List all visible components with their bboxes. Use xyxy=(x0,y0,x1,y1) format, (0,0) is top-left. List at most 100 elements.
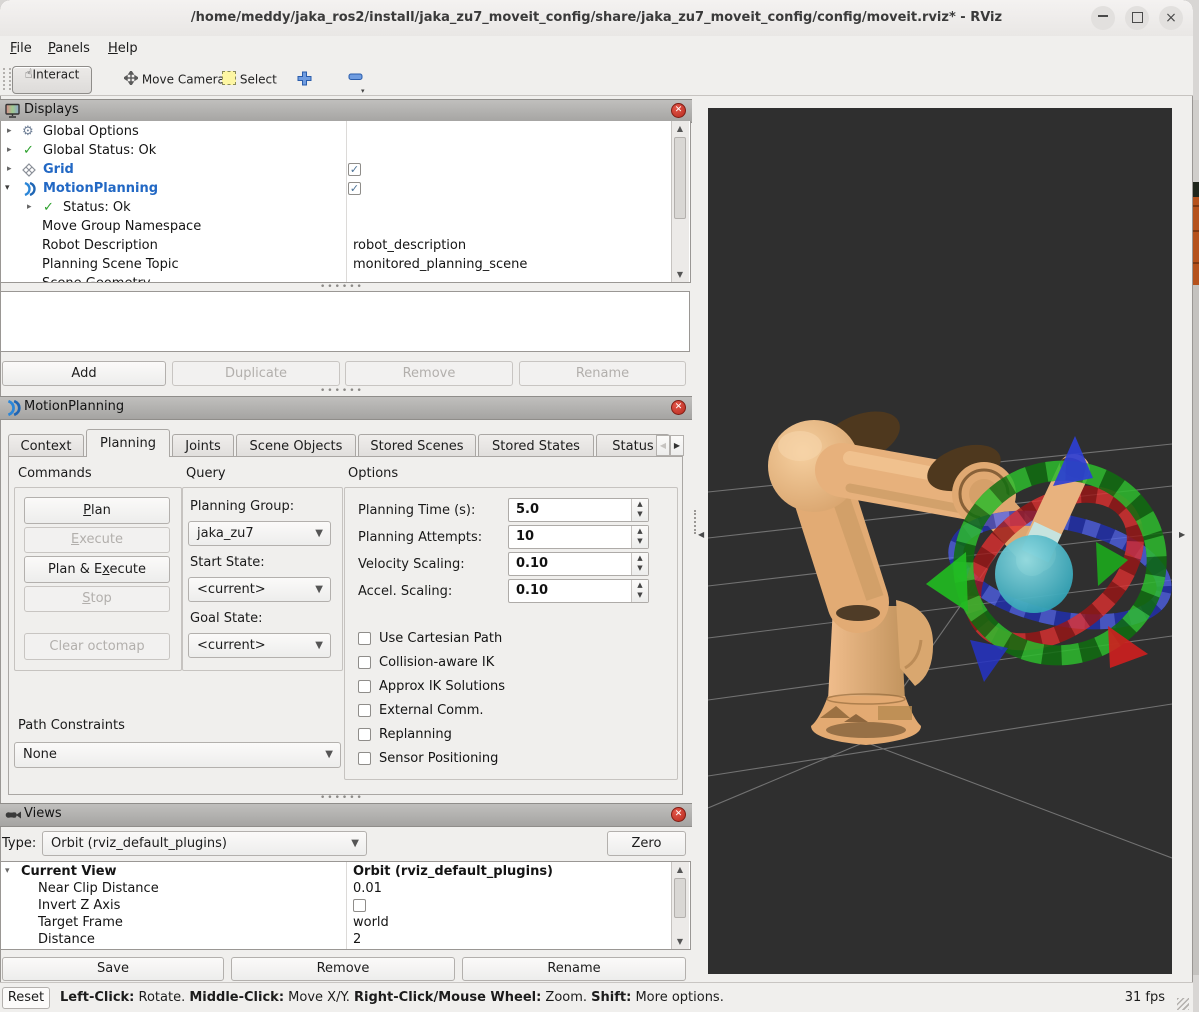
close-button[interactable]: × xyxy=(1159,6,1183,30)
motionplanning-close-button[interactable]: ✕ xyxy=(671,400,686,415)
displays-panel-header[interactable]: Displays ✕ xyxy=(0,99,692,123)
tab-scroll-right-button[interactable]: ▶ xyxy=(670,435,684,456)
invert-z-checkbox[interactable] xyxy=(353,899,366,912)
tab-planning[interactable]: Planning xyxy=(86,429,170,457)
zero-button[interactable]: Zero xyxy=(607,831,686,856)
tree-row-planning-scene-topic[interactable]: Planning Scene Topic monitored_planning_… xyxy=(1,255,672,274)
interact-tool-button[interactable]: ☝Interact xyxy=(12,66,92,94)
tree-row-near-clip[interactable]: Near Clip Distance 0.01 xyxy=(1,880,672,897)
view-type-select[interactable]: Orbit (rviz_default_plugins) ▼ xyxy=(42,831,367,856)
splitter-handle[interactable] xyxy=(694,510,696,534)
scrollbar-up-icon[interactable]: ▲ xyxy=(672,862,688,877)
scrollbar-down-icon[interactable]: ▼ xyxy=(672,934,688,949)
views-tree[interactable]: ▾ Current View Orbit (rviz_default_plugi… xyxy=(0,861,691,950)
tree-row-global-options[interactable]: ▸ ⚙ Global Options xyxy=(1,122,672,141)
expander-icon[interactable]: ▸ xyxy=(7,122,12,141)
tree-row-mp-status[interactable]: ▸ ✓ Status: Ok xyxy=(1,198,672,217)
window-title: /home/meddy/jaka_ros2/install/jaka_zu7_m… xyxy=(190,10,1003,25)
spin-up-icon: ▲ xyxy=(637,581,643,589)
select-tool-button[interactable]: Select xyxy=(222,66,277,92)
displays-close-button[interactable]: ✕ xyxy=(671,103,686,118)
collapse-right-icon[interactable]: ▶ xyxy=(1179,530,1185,539)
execute-button[interactable]: Execute xyxy=(24,527,170,553)
goal-state-label: Goal State: xyxy=(190,611,263,626)
spinner-buttons[interactable]: ▲ ▼ xyxy=(631,553,648,575)
remove-view-button[interactable]: Remove xyxy=(231,957,455,981)
start-state-select[interactable]: <current> ▼ xyxy=(188,577,331,602)
duplicate-display-button[interactable]: Duplicate xyxy=(172,361,340,386)
expander-icon[interactable]: ▾ xyxy=(5,863,10,880)
titlebar[interactable]: /home/meddy/jaka_ros2/install/jaka_zu7_m… xyxy=(0,0,1193,37)
tab-stored-scenes[interactable]: Stored Scenes xyxy=(358,434,476,457)
planning-attempts-input[interactable]: 10 ▲ ▼ xyxy=(508,525,649,549)
check-icon: ✓ xyxy=(43,200,54,215)
scrollbar-thumb[interactable] xyxy=(674,878,686,918)
tree-row-grid[interactable]: ▸ Grid ✓ xyxy=(1,160,672,179)
reset-button[interactable]: Reset xyxy=(2,987,50,1009)
views-panel-header[interactable]: Views ✕ xyxy=(0,803,692,827)
tree-row-invert-z[interactable]: Invert Z Axis xyxy=(1,897,672,914)
planning-time-input[interactable]: 5.0 ▲ ▼ xyxy=(508,498,649,522)
viewport-3d[interactable] xyxy=(708,108,1172,974)
plan-button[interactable]: Plan xyxy=(24,497,170,524)
collapse-left-icon[interactable]: ◀ xyxy=(698,530,704,539)
tree-row-distance[interactable]: Distance 2 xyxy=(1,931,672,948)
add-display-button[interactable]: Add xyxy=(2,361,166,386)
remove-tool-button[interactable]: ▾ xyxy=(343,66,367,95)
views-scrollbar[interactable]: ▲ ▼ xyxy=(671,862,689,949)
spinner-buttons[interactable]: ▲ ▼ xyxy=(631,526,648,548)
add-tool-button[interactable] xyxy=(293,66,315,92)
menu-file[interactable]: File xyxy=(4,39,38,58)
minimize-button[interactable] xyxy=(1091,6,1115,30)
spinner-buttons[interactable]: ▲ ▼ xyxy=(631,499,648,521)
tree-row-current-view[interactable]: ▾ Current View Orbit (rviz_default_plugi… xyxy=(1,863,672,880)
scrollbar-up-icon[interactable]: ▲ xyxy=(672,121,688,136)
viewport-background[interactable] xyxy=(708,108,1172,974)
plan-and-execute-button[interactable]: Plan & Execute xyxy=(24,556,170,583)
tab-joints[interactable]: Joints xyxy=(172,434,234,457)
remove-display-button[interactable]: Remove xyxy=(345,361,513,386)
expander-icon[interactable]: ▾ xyxy=(5,179,10,198)
accel-scaling-input[interactable]: 0.10 ▲ ▼ xyxy=(508,579,649,603)
path-constraints-select[interactable]: None ▼ xyxy=(14,742,341,768)
expander-icon[interactable]: ▸ xyxy=(7,141,12,160)
planning-group-select[interactable]: jaka_zu7 ▼ xyxy=(188,521,331,546)
move-camera-tool-button[interactable]: Move Camera xyxy=(122,66,225,92)
maximize-button[interactable] xyxy=(1125,6,1149,30)
motionplanning-panel-header[interactable]: MotionPlanning ✕ xyxy=(0,396,692,420)
motionplanning-enabled-checkbox[interactable]: ✓ xyxy=(348,182,361,195)
save-view-button[interactable]: Save xyxy=(2,957,224,981)
menu-help[interactable]: Help xyxy=(102,39,144,58)
tree-row-motionplanning[interactable]: ▾ MotionPlanning ✓ xyxy=(1,179,672,198)
tab-context[interactable]: Context xyxy=(8,434,84,457)
goal-state-select[interactable]: <current> ▼ xyxy=(188,633,331,658)
spinner-buttons[interactable]: ▲ ▼ xyxy=(631,580,648,602)
tab-stored-states[interactable]: Stored States xyxy=(478,434,594,457)
expander-icon[interactable]: ▸ xyxy=(27,198,32,217)
screen: { "window": { "title": "/home/meddy/jaka… xyxy=(0,0,1199,1012)
splitter-handle[interactable]: •••••• xyxy=(320,386,364,396)
toolbar-drag-handle[interactable] xyxy=(3,68,11,90)
grid-enabled-checkbox[interactable]: ✓ xyxy=(348,163,361,176)
displays-scrollbar[interactable]: ▲ ▼ xyxy=(671,121,689,282)
expander-icon[interactable]: ▸ xyxy=(7,160,12,179)
stop-button[interactable]: Stop xyxy=(24,586,170,612)
menu-panels[interactable]: Panels xyxy=(42,39,96,58)
tree-row-target-frame[interactable]: Target Frame world xyxy=(1,914,672,931)
tree-row-move-group-namespace[interactable]: Move Group Namespace xyxy=(1,217,672,236)
resize-grip[interactable] xyxy=(1177,998,1189,1010)
scrollbar-thumb[interactable] xyxy=(674,137,686,219)
tree-row-robot-description[interactable]: Robot Description robot_description xyxy=(1,236,672,255)
views-close-button[interactable]: ✕ xyxy=(671,807,686,822)
tab-scroll-left-button[interactable]: ◀ xyxy=(656,435,670,456)
tree-row-global-status[interactable]: ▸ ✓ Global Status: Ok xyxy=(1,141,672,160)
scrollbar-down-icon[interactable]: ▼ xyxy=(672,267,688,282)
displays-tree[interactable]: ▸ ⚙ Global Options ▸ ✓ Global Status: Ok… xyxy=(0,121,691,283)
rename-display-button[interactable]: Rename xyxy=(519,361,686,386)
marker-center-sphere[interactable] xyxy=(995,535,1073,613)
clear-octomap-button[interactable]: Clear octomap xyxy=(24,633,170,660)
velocity-scaling-input[interactable]: 0.10 ▲ ▼ xyxy=(508,552,649,576)
rename-view-button[interactable]: Rename xyxy=(462,957,686,981)
rviz-window: /home/meddy/jaka_ros2/install/jaka_zu7_m… xyxy=(0,0,1193,1012)
tab-scene-objects[interactable]: Scene Objects xyxy=(236,434,356,457)
